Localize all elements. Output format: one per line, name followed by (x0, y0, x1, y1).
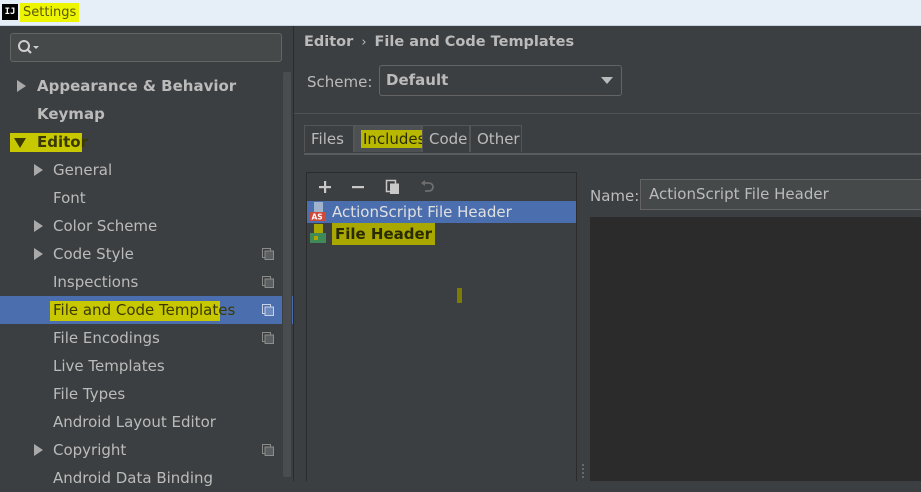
sidebar-item-label: Appearance & Behavior (37, 77, 237, 95)
project-settings-icon (262, 276, 274, 288)
breadcrumb-current: File and Code Templates (374, 34, 575, 50)
template-tabs: Files Includes Code Other (304, 125, 921, 155)
template-name-field[interactable]: ActionScript File Header (640, 179, 921, 210)
sidebar-item-keymap[interactable]: Keymap (0, 100, 293, 128)
sidebar-item-label: Editor (37, 133, 88, 151)
scrollbar-thumb[interactable] (283, 72, 291, 477)
templates-list-panel: AS ActionScript File Header File Header (306, 172, 577, 482)
window-title: Settings (20, 3, 80, 22)
sidebar-item-live-templates[interactable]: Live Templates (0, 352, 293, 380)
sidebar-item-label: Android Layout Editor (53, 413, 216, 431)
tab-other[interactable]: Other (470, 125, 522, 152)
sidebar-item-label: Keymap (37, 105, 105, 123)
chevron-right-icon[interactable] (33, 444, 43, 456)
sidebar-item-label: Android Data Binding (53, 469, 214, 487)
sidebar-item-file-types[interactable]: File Types (0, 380, 293, 408)
chevron-right-icon[interactable] (33, 220, 43, 232)
sidebar-item-code-style[interactable]: Code Style (0, 240, 293, 268)
sidebar-item-editor[interactable]: Editor (0, 128, 293, 156)
sidebar-item-label: File Encodings (53, 329, 160, 347)
splitter-handle[interactable] (580, 462, 586, 480)
name-label: Name: (590, 187, 640, 205)
file-header-icon (310, 224, 326, 243)
svg-text:AS: AS (312, 213, 323, 222)
tab-label: Code (429, 130, 468, 148)
chevron-down-icon[interactable] (14, 138, 26, 148)
sidebar-item-label: File Types (53, 385, 126, 403)
sidebar-item-general[interactable]: General (0, 156, 293, 184)
intellij-app-icon: IJ (2, 4, 18, 20)
breadcrumb: Editor › File and Code Templates (304, 34, 574, 50)
sidebar-item-font[interactable]: Font (0, 184, 293, 212)
chevron-right-icon[interactable] (33, 248, 43, 260)
sidebar-item-label: Code Style (53, 245, 134, 263)
chevron-right-icon[interactable] (33, 164, 43, 176)
tab-files[interactable]: Files (304, 125, 354, 152)
project-settings-icon (262, 332, 274, 344)
sidebar-item-appearance-behavior[interactable]: Appearance & Behavior (0, 72, 293, 100)
title-bar: IJ Settings (0, 0, 921, 26)
tab-label: Includes (361, 130, 428, 148)
project-settings-icon (262, 444, 274, 456)
sidebar-item-label: Inspections (53, 273, 139, 291)
list-item[interactable]: AS ActionScript File Header (307, 201, 576, 223)
chevron-right-icon[interactable] (16, 80, 26, 92)
tab-code[interactable]: Code (422, 125, 470, 152)
tab-includes[interactable]: Includes (354, 125, 428, 152)
template-name: File Header (332, 223, 436, 245)
undo-icon[interactable] (419, 179, 435, 195)
text-cursor-marker (457, 288, 462, 303)
scheme-dropdown[interactable]: Default (379, 65, 622, 96)
sidebar-item-copyright[interactable]: Copyright (0, 436, 293, 464)
project-settings-icon (262, 304, 274, 316)
sidebar-item-file-and-code-templates[interactable]: File and Code Templates (0, 296, 293, 324)
search-input[interactable] (10, 33, 282, 62)
templates-list: AS ActionScript File Header File Header (307, 201, 576, 482)
actionscript-file-icon: AS (310, 202, 326, 222)
sidebar-scrollbar[interactable] (282, 72, 292, 481)
breadcrumb-separator: › (361, 35, 367, 50)
sidebar-item-color-scheme[interactable]: Color Scheme (0, 212, 293, 240)
sidebar-item-android-data-binding[interactable]: Android Data Binding (0, 464, 293, 492)
breadcrumb-parent: Editor (304, 34, 354, 50)
chevron-down-icon[interactable] (601, 77, 613, 85)
template-editor[interactable] (590, 217, 921, 481)
settings-main-panel: Editor › File and Code Templates Scheme: D… (294, 26, 921, 482)
sidebar-item-label: Color Scheme (53, 217, 158, 235)
sidebar-item-label: File and Code Templates (53, 301, 236, 319)
template-name: ActionScript File Header (332, 203, 512, 221)
project-settings-icon (262, 248, 274, 260)
minus-icon[interactable] (350, 179, 366, 195)
copy-icon[interactable] (385, 179, 401, 195)
sidebar-item-label: Font (53, 189, 86, 207)
list-item[interactable]: File Header (307, 223, 576, 245)
search-icon[interactable] (17, 39, 41, 57)
sidebar-item-label: General (53, 161, 113, 179)
scheme-selected-value: Default (386, 71, 449, 89)
sidebar-item-label: Live Templates (53, 357, 165, 375)
tab-label: Files (311, 130, 344, 148)
settings-sidebar: Appearance & Behavior Keymap Editor Gene… (0, 26, 294, 487)
sidebar-item-file-encodings[interactable]: File Encodings (0, 324, 293, 352)
list-toolbar (307, 173, 577, 201)
plus-icon[interactable] (317, 179, 333, 195)
sidebar-item-android-layout-editor[interactable]: Android Layout Editor (0, 408, 293, 436)
sidebar-item-inspections[interactable]: Inspections (0, 268, 293, 296)
scheme-label: Scheme: (307, 73, 373, 91)
divider (294, 113, 921, 114)
template-name-value: ActionScript File Header (649, 185, 829, 203)
sidebar-item-label: Copyright (53, 441, 127, 459)
tab-label: Other (477, 130, 520, 148)
